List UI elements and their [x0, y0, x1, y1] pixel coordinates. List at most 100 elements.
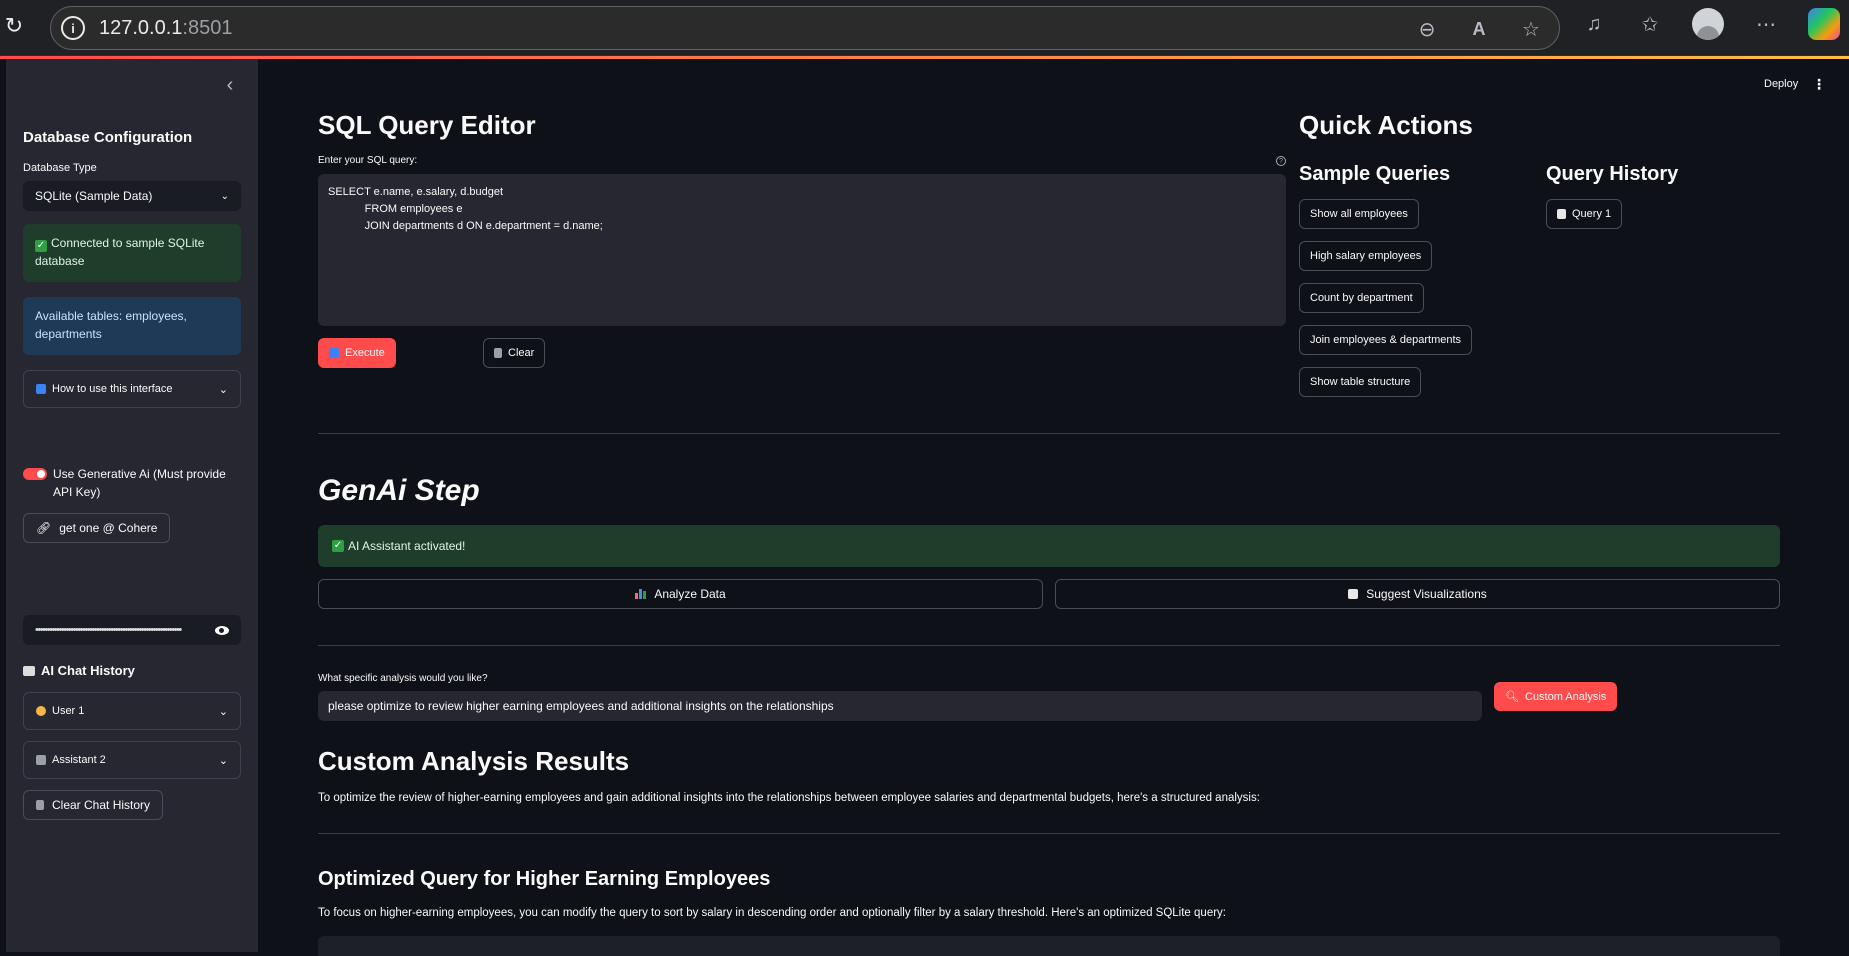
sample-query-button[interactable]: Count by department	[1299, 283, 1424, 313]
browser-toolbar: ↻ i 127.0.0.1:8501 ⊖ A ☆ ♫ ✩ ⋯	[0, 0, 1849, 56]
query-history-item[interactable]: Query 1	[1546, 199, 1623, 229]
clear-chat-button[interactable]: Clear Chat History	[23, 790, 164, 820]
url-port: :8501	[182, 16, 233, 39]
sample-query-button[interactable]: Show table structure	[1299, 367, 1422, 397]
help-icon[interactable]: ?	[1276, 156, 1286, 166]
memo-icon	[1557, 209, 1566, 219]
check-icon: ✓	[35, 240, 47, 252]
query-history-title: Query History	[1546, 163, 1679, 185]
copilot-icon[interactable]	[1808, 8, 1840, 40]
reload-icon[interactable]: ↻	[2, 12, 26, 40]
tables-msg: Available tables: employees, departments	[35, 309, 187, 341]
chat-history-title-text: AI Chat History	[41, 663, 135, 678]
site-info-icon[interactable]: i	[61, 16, 85, 40]
sample-query-button[interactable]: High salary employees	[1299, 241, 1433, 271]
chat-item-label: Assistant 2	[52, 754, 106, 766]
chat-item-user[interactable]: User 1 ⌄	[23, 692, 241, 730]
address-bar[interactable]: i 127.0.0.1:8501 ⊖ A ☆	[50, 6, 1560, 50]
howto-expander[interactable]: How to use this interface ⌄	[23, 370, 241, 408]
clear-button[interactable]: Clear	[483, 338, 546, 368]
api-key-input[interactable]: ••••••••••••••••••••••••••••••••••••••••…	[23, 615, 241, 645]
optimized-query-text: To focus on higher-earning employees, yo…	[318, 907, 1226, 919]
results-title: Custom Analysis Results	[318, 746, 630, 776]
chevron-down-icon: ⌄	[218, 705, 228, 718]
optimized-query-title: Optimized Query for Higher Earning Emplo…	[318, 868, 771, 890]
url-host: 127.0.0.1	[99, 16, 183, 39]
results-intro: To optimize the review of higher-earning…	[318, 792, 1260, 804]
chat-history-title: AI Chat History	[23, 663, 135, 678]
chevron-down-icon: ⌄	[220, 190, 229, 202]
line-chart-icon	[1348, 589, 1359, 599]
deploy-button[interactable]: Deploy	[1764, 78, 1798, 90]
show-password-icon[interactable]	[215, 625, 229, 635]
code-block	[318, 936, 1780, 956]
connection-status-alert: ✓ Connected to sample SQLite database	[23, 224, 241, 282]
quick-actions-title: Quick Actions	[1299, 110, 1473, 140]
info-icon	[36, 384, 46, 394]
main-menu-icon[interactable]: ⋮	[1812, 76, 1826, 93]
custom-analysis-label: Custom Analysis	[1524, 690, 1607, 703]
zoom-out-icon[interactable]: ⊖	[1413, 15, 1441, 43]
history-label: Query 1	[1572, 208, 1612, 220]
genai-toggle-label: Use Generative Ai (Must provide API Key)	[53, 467, 226, 499]
chevron-down-icon: ⌄	[218, 383, 228, 396]
execute-button[interactable]: Execute	[318, 338, 396, 368]
analyze-label: Analyze Data	[654, 587, 726, 601]
read-aloud-icon[interactable]: A	[1465, 15, 1493, 43]
url-text: 127.0.0.1:8501	[99, 17, 232, 40]
check-icon: ✓	[332, 540, 344, 552]
db-type-label: Database Type	[23, 162, 97, 174]
media-icon[interactable]: ♫	[1580, 10, 1608, 38]
ai-activated-alert: ✓ AI Assistant activated!	[318, 525, 1780, 567]
divider	[318, 645, 1780, 646]
suggest-label: Suggest Visualizations	[1366, 587, 1487, 601]
db-type-select[interactable]: SQLite (Sample Data) ⌄	[23, 181, 241, 211]
sample-queries-title: Sample Queries	[1299, 163, 1451, 185]
more-icon[interactable]: ⋯	[1752, 10, 1780, 38]
clear-label: Clear	[508, 347, 535, 359]
specific-analysis-input[interactable]: please optimize to review higher earning…	[318, 691, 1482, 721]
favorites-icon[interactable]: ✩	[1636, 10, 1664, 38]
editor-title: SQL Query Editor	[318, 110, 536, 140]
speech-bubble-icon	[23, 665, 35, 676]
divider	[318, 433, 1780, 434]
connected-msg: Connected to sample SQLite database	[35, 236, 205, 268]
user-icon	[36, 706, 46, 716]
execute-label: Execute	[345, 347, 385, 359]
cohere-link-button[interactable]: 🔗︎ get one @ Cohere	[23, 513, 171, 543]
genai-toggle-row[interactable]: Use Generative Ai (Must provide API Key)	[23, 465, 243, 501]
db-type-value: SQLite (Sample Data)	[35, 189, 153, 203]
clear-chat-label: Clear Chat History	[52, 798, 151, 812]
favorite-star-icon[interactable]: ☆	[1517, 15, 1545, 43]
genai-toggle[interactable]	[23, 468, 47, 480]
specific-analysis-label: What specific analysis would you like?	[318, 673, 488, 684]
trash-icon	[36, 800, 44, 810]
streamlit-decoration-bar	[0, 56, 1849, 59]
custom-analysis-button[interactable]: 🔍︎ Custom Analysis	[1494, 682, 1618, 711]
tables-info-alert: Available tables: employees, departments	[23, 297, 241, 355]
howto-label: How to use this interface	[52, 383, 173, 395]
chevron-down-icon: ⌄	[218, 754, 228, 767]
suggest-visualizations-button[interactable]: Suggest Visualizations	[1055, 579, 1780, 609]
collapse-sidebar-icon[interactable]: ‹	[220, 74, 240, 96]
chat-item-label: User 1	[52, 705, 85, 717]
analyze-data-button[interactable]: Analyze Data	[318, 579, 1043, 609]
robot-icon	[36, 755, 46, 765]
chat-item-assistant[interactable]: Assistant 2 ⌄	[23, 741, 241, 779]
bar-chart-icon	[635, 589, 647, 599]
sql-query-textarea[interactable]: SELECT e.name, e.salary, d.budget FROM e…	[318, 174, 1286, 326]
sample-query-button[interactable]: Show all employees	[1299, 199, 1419, 229]
profile-avatar[interactable]	[1692, 8, 1724, 40]
cohere-link-label: get one @ Cohere	[59, 521, 158, 535]
db-config-title: Database Configuration	[23, 129, 193, 146]
sample-query-button[interactable]: Join employees & departments	[1299, 325, 1473, 355]
activated-msg: AI Assistant activated!	[348, 539, 466, 553]
genai-title: GenAi Step	[318, 474, 480, 507]
link-icon: 🔗︎	[36, 521, 52, 535]
divider	[318, 833, 1780, 834]
play-icon	[329, 348, 339, 358]
api-key-value: ••••••••••••••••••••••••••••••••••••••••…	[35, 624, 182, 636]
query-label: Enter your SQL query:	[318, 155, 418, 166]
sidebar: ‹ Database Configuration Database Type S…	[6, 59, 258, 952]
magnifier-icon: 🔍︎	[1505, 691, 1519, 703]
